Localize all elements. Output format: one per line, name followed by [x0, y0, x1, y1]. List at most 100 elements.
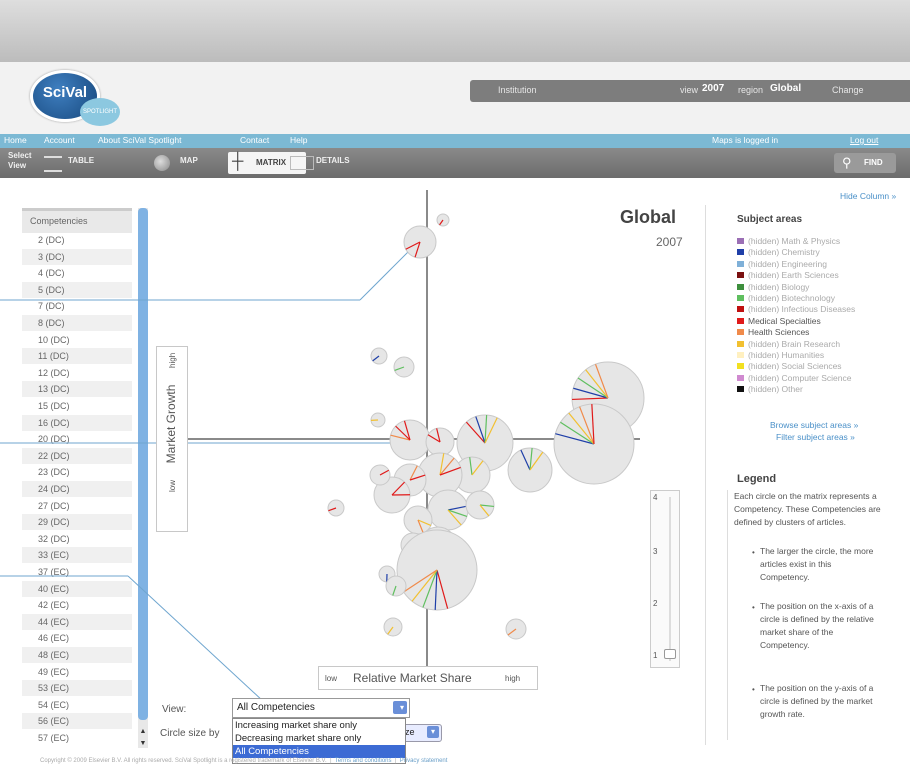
view-toolbar: Select View TABLE MAP DETAILS [0, 148, 910, 178]
legend-intro: Each circle on the matrix represents a C… [734, 491, 881, 527]
bullet-dot: • [752, 685, 755, 694]
subject-area-item[interactable]: (hidden) Computer Science [737, 373, 851, 383]
top-nav: Home Account About SciVal Spotlight Cont… [0, 134, 910, 148]
subject-area-label: Medical Specialties [748, 315, 821, 326]
subject-area-label: (hidden) Infectious Diseases [748, 304, 856, 315]
scroll-up-icon[interactable]: ▲ [138, 728, 148, 738]
matrix-label: MATRIX [256, 158, 287, 167]
subject-area-item[interactable]: (hidden) Biotechnology [737, 293, 835, 303]
subject-areas-title: Subject areas [737, 214, 803, 225]
subject-area-item[interactable]: (hidden) Chemistry [737, 247, 820, 257]
circle-size-slider[interactable]: 4 3 2 1 [650, 490, 680, 668]
subject-color-swatch [737, 306, 744, 313]
view-filter-select[interactable]: All Competencies ▾ [232, 698, 410, 718]
context-bar: Institution view 2007 region Global Chan… [470, 80, 910, 102]
privacy-link[interactable]: Privacy statement [400, 758, 448, 764]
subject-color-swatch [737, 260, 744, 267]
slider-handle[interactable] [664, 649, 676, 659]
details-icon [290, 156, 314, 170]
hide-column-link[interactable]: Hide Column » [840, 191, 896, 201]
subject-color-swatch [737, 352, 744, 358]
subject-color-swatch [737, 295, 744, 301]
subject-area-item[interactable]: (hidden) Other [737, 384, 803, 394]
dropdown-option[interactable]: Decreasing market share only [233, 732, 405, 745]
browse-subject-areas-link[interactable]: Browse subject areas » [770, 420, 858, 430]
terms-link[interactable]: Terms and conditions [335, 758, 392, 764]
copyright-text: Copyright © 2009 Elsevier B.V. All right… [40, 758, 327, 764]
subject-area-label: Health Sciences [748, 327, 810, 338]
subject-area-item[interactable]: (hidden) Biology [737, 282, 809, 292]
subject-area-label: (hidden) Other [748, 384, 803, 395]
circle-size-select[interactable]: ze ▾ [400, 724, 442, 742]
subject-area-item[interactable]: (hidden) Social Sciences [737, 361, 842, 371]
table-view-button[interactable]: TABLE [68, 156, 94, 165]
competency-row[interactable]: 57 (EC) [22, 730, 132, 747]
circle-size-value: ze [405, 727, 415, 737]
x-axis-title: Relative Market Share [353, 671, 472, 685]
chevron-down-icon[interactable]: ▾ [427, 726, 439, 738]
nav-home-link[interactable]: Home [4, 135, 27, 145]
matrix-year: 2007 [656, 235, 683, 249]
legend-bullet: The larger the circle, the more articles… [760, 546, 874, 582]
matrix-plot [0, 190, 645, 703]
institution-label: Institution [498, 85, 537, 95]
subject-area-item[interactable]: Medical Specialties [737, 316, 821, 326]
subject-color-swatch [737, 317, 744, 324]
legend-bullet: The position on the y-axis of a circle i… [760, 683, 874, 719]
x-axis-label-box: low Relative Market Share high [318, 666, 538, 690]
subject-area-label: (hidden) Brain Research [748, 338, 841, 349]
circle-size-label: Circle size by [160, 728, 220, 739]
y-axis-label: low Market Growth high [164, 353, 178, 492]
subject-area-label: (hidden) Humanities [748, 350, 825, 360]
slider-track [669, 497, 671, 661]
filter-subject-areas-link[interactable]: Filter subject areas » [776, 432, 855, 442]
subject-color-swatch [737, 386, 744, 393]
subject-area-item[interactable]: (hidden) Engineering [737, 259, 827, 269]
change-button[interactable]: Change [832, 85, 864, 95]
nav-contact-link[interactable]: Contact [240, 135, 269, 145]
slider-tick-2: 2 [653, 599, 658, 608]
subject-area-label: (hidden) Math & Physics [748, 236, 841, 246]
view-year: 2007 [702, 83, 725, 94]
logout-link[interactable]: Log out [850, 135, 878, 145]
find-label: FIND [864, 158, 883, 167]
subject-area-label: (hidden) Computer Science [748, 372, 852, 383]
slider-tick-1: 1 [653, 651, 658, 660]
subject-color-swatch [737, 363, 744, 370]
subject-area-item[interactable]: Health Sciences [737, 327, 809, 337]
dropdown-option[interactable]: Increasing market share only [233, 719, 405, 732]
scroll-down-icon[interactable]: ▼ [138, 740, 148, 750]
y-axis-title: Market Growth [164, 384, 178, 464]
x-axis-low: low [325, 674, 338, 683]
view-label: view [680, 85, 699, 95]
subject-color-swatch [737, 272, 744, 279]
subject-area-label: (hidden) Social Sciences [748, 361, 842, 372]
globe-icon [154, 155, 170, 171]
subject-area-label: (hidden) Biology [748, 281, 810, 292]
competency-row[interactable]: 56 (EC) [22, 713, 132, 731]
y-axis-low: low [168, 479, 177, 492]
nav-about-link[interactable]: About SciVal Spotlight [98, 135, 181, 145]
nav-account-link[interactable]: Account [44, 135, 75, 145]
subject-area-label: (hidden) Biotechnology [748, 293, 835, 303]
subject-area-label: (hidden) Engineering [748, 258, 827, 269]
spotlight-logo: SPOTLIGHT [80, 98, 120, 126]
chevron-down-icon[interactable]: ▾ [393, 701, 407, 714]
legend-bullet: The position on the x-axis of a circle i… [760, 601, 874, 650]
map-view-button[interactable]: MAP [180, 156, 198, 165]
window-top-frame [0, 0, 910, 62]
logged-in-status: Maps is logged in [712, 135, 779, 145]
subject-area-item[interactable]: (hidden) Earth Sciences [737, 270, 839, 280]
subject-color-swatch [737, 283, 744, 290]
find-button[interactable]: ⚲ FIND [834, 153, 896, 173]
matrix-icon: ┼ [232, 153, 244, 170]
subject-area-item[interactable]: (hidden) Infectious Diseases [737, 304, 855, 314]
details-view-button[interactable]: DETAILS [316, 156, 350, 165]
y-axis-high: high [168, 352, 177, 368]
footer: Copyright © 2009 Elsevier B.V. All right… [40, 758, 448, 764]
subject-area-item[interactable]: (hidden) Brain Research [737, 339, 840, 349]
nav-help-link[interactable]: Help [290, 135, 307, 145]
dropdown-option-selected[interactable]: All Competencies [233, 745, 405, 758]
subject-area-item[interactable]: (hidden) Math & Physics [737, 236, 840, 246]
subject-area-item[interactable]: (hidden) Humanities [737, 350, 824, 360]
